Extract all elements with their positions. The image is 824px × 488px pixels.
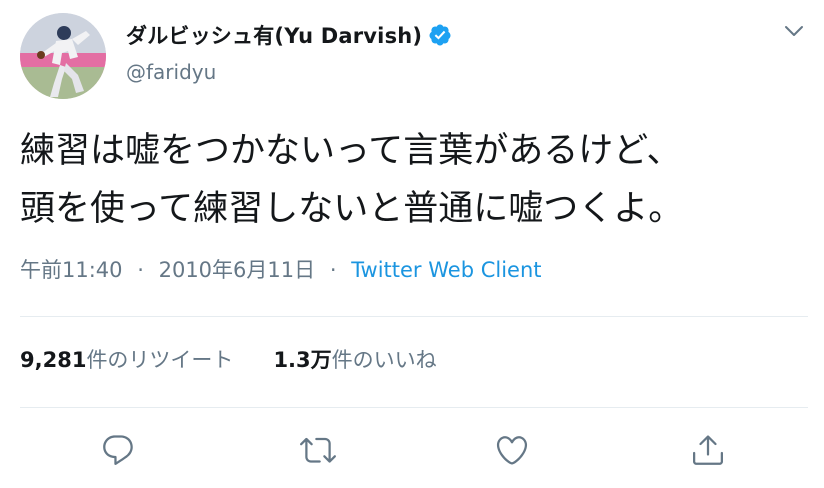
meta-separator: · [329, 258, 337, 282]
tweet-metadata: 午前11:40 · 2010年6月11日 · Twitter Web Clien… [20, 254, 542, 284]
tweet-stats: 9,281件のリツイート 1.3万件のいいね [20, 344, 437, 374]
tweet-text-line: 頭を使って練習しないと普通に嘘つくよ。 [20, 189, 684, 229]
tweet-actions [0, 428, 824, 476]
retweet-icon [300, 437, 336, 463]
retweet-count: 9,281 [20, 348, 87, 372]
retweet-stat[interactable]: 9,281件のリツイート [20, 348, 233, 372]
user-handle[interactable]: @faridyu [126, 60, 216, 84]
chevron-down-icon[interactable] [784, 24, 804, 38]
share-button[interactable] [686, 428, 730, 472]
display-name[interactable]: ダルビッシュ有(Yu Darvish) [126, 20, 422, 50]
like-count: 1.3万 [273, 348, 332, 372]
heart-icon [496, 436, 528, 465]
avatar-photo-icon [20, 13, 106, 99]
tweet-card: ダルビッシュ有(Yu Darvish) @faridyu 練習は嘘をつかないって… [0, 0, 824, 488]
like-label: 件のいいね [331, 348, 437, 372]
reply-button[interactable] [96, 428, 140, 472]
verified-badge-icon [428, 23, 452, 47]
tweet-text: 練習は嘘をつかないって言葉があるけど、 頭を使って練習しないと普通に嘘つくよ。 [20, 122, 810, 238]
avatar[interactable] [20, 13, 106, 99]
divider [20, 316, 808, 317]
divider [20, 407, 808, 408]
author-name-row: ダルビッシュ有(Yu Darvish) [126, 18, 452, 52]
tweet-text-line: 練習は嘘をつかないって言葉があるけど、 [20, 131, 682, 171]
share-icon [693, 435, 723, 465]
retweet-button[interactable] [296, 428, 340, 472]
tweet-time[interactable]: 午前11:40 [20, 258, 123, 282]
like-stat[interactable]: 1.3万件のいいね [273, 348, 436, 372]
retweet-label: 件のリツイート [86, 348, 234, 372]
tweet-source-link[interactable]: Twitter Web Client [351, 258, 541, 282]
reply-icon [103, 435, 133, 465]
tweet-date[interactable]: 2010年6月11日 [159, 258, 316, 282]
meta-separator: · [137, 258, 144, 282]
like-button[interactable] [490, 428, 534, 472]
